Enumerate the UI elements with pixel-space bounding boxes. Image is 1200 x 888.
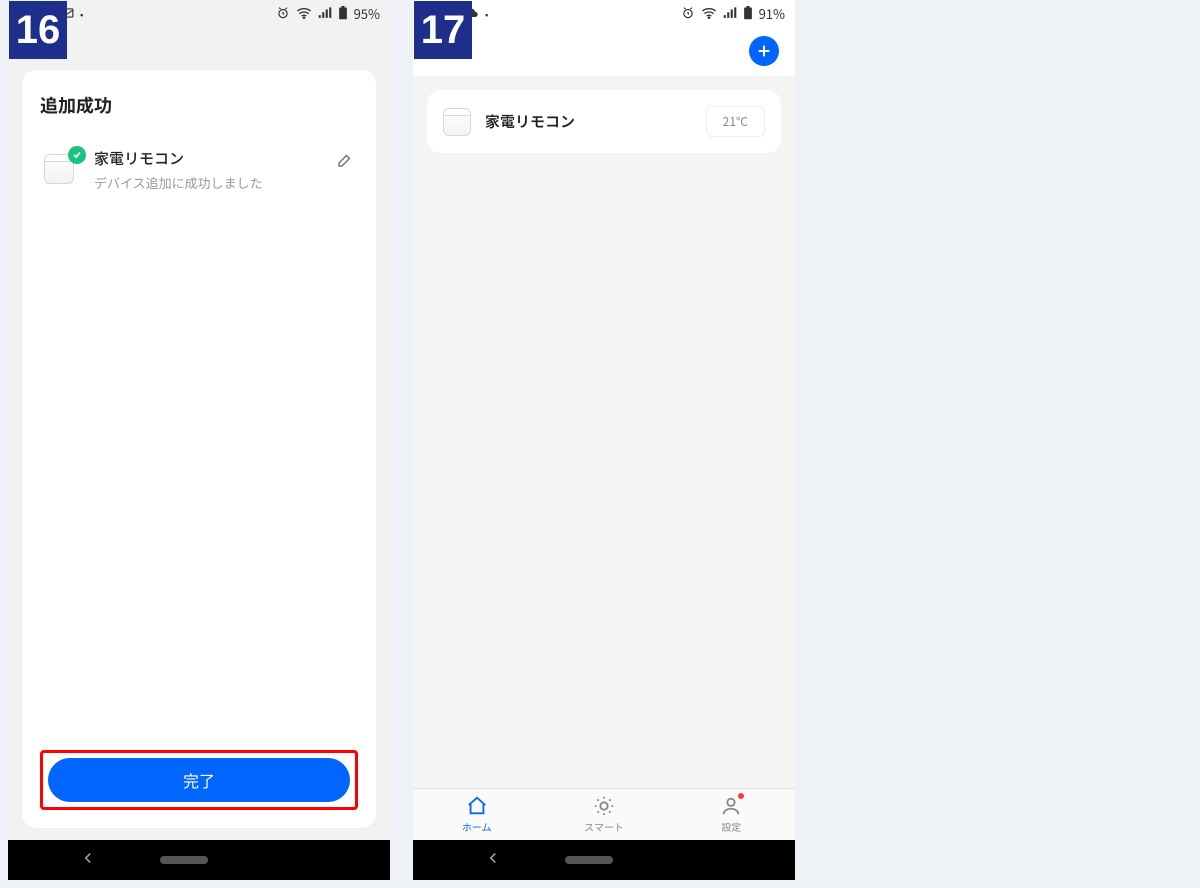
temperature-value: 21℃ bbox=[723, 113, 748, 130]
nav-home-pill[interactable] bbox=[565, 856, 613, 864]
android-nav-bar bbox=[8, 840, 390, 880]
wifi-icon bbox=[296, 7, 312, 19]
phone-screenshot-17: • 91% bbox=[413, 0, 795, 880]
step-number: 17 bbox=[421, 8, 466, 53]
done-button-label: 完了 bbox=[183, 768, 215, 792]
tab-settings[interactable]: 設定 bbox=[668, 789, 795, 840]
status-dot-icon: • bbox=[80, 6, 83, 21]
signal-icon bbox=[723, 7, 737, 19]
bottom-tab-bar: ホーム スマート 設定 bbox=[413, 788, 795, 840]
device-text: 家電リモコン デバイス追加に成功しました bbox=[94, 148, 322, 192]
tab-smart-label: スマート bbox=[584, 819, 624, 834]
signal-icon bbox=[318, 7, 332, 19]
tab-settings-label: 設定 bbox=[721, 819, 741, 834]
alarm-icon bbox=[681, 6, 695, 20]
step-badge-16: 16 bbox=[9, 1, 67, 59]
nav-back-icon[interactable] bbox=[79, 848, 97, 872]
done-button[interactable]: 完了 bbox=[48, 758, 350, 802]
battery-icon bbox=[743, 6, 753, 20]
device-icon-wrap bbox=[44, 148, 80, 184]
step-badge-17: 17 bbox=[414, 1, 472, 59]
screen-16: • 95% bbox=[8, 0, 390, 840]
tab-home[interactable]: ホーム bbox=[413, 789, 540, 840]
tab-home-label: ホーム bbox=[462, 819, 492, 834]
wifi-icon bbox=[701, 7, 717, 19]
screen-17: • 91% bbox=[413, 0, 795, 840]
battery-percent: 95% bbox=[354, 4, 380, 23]
sun-icon bbox=[593, 795, 615, 817]
status-dot-icon: • bbox=[485, 6, 488, 21]
check-badge-icon bbox=[68, 146, 86, 164]
nav-home-pill[interactable] bbox=[160, 856, 208, 864]
phone-screenshot-16: • 95% bbox=[8, 0, 390, 880]
status-bar-right: 91% bbox=[681, 4, 785, 23]
edit-icon[interactable] bbox=[336, 148, 354, 174]
device-name: 家電リモコン bbox=[94, 148, 322, 169]
person-icon bbox=[720, 795, 742, 817]
step-number: 16 bbox=[16, 8, 61, 53]
notification-dot-icon bbox=[738, 793, 744, 799]
home-icon bbox=[466, 795, 488, 817]
add-device-button[interactable] bbox=[749, 36, 779, 66]
status-bar-right: 95% bbox=[276, 4, 380, 23]
device-card[interactable]: 家電リモコン 21℃ bbox=[427, 90, 781, 153]
battery-percent: 91% bbox=[759, 4, 785, 23]
card-title: 追加成功 bbox=[40, 92, 358, 118]
done-button-highlight: 完了 bbox=[40, 750, 358, 810]
battery-icon bbox=[338, 6, 348, 20]
device-icon bbox=[443, 108, 471, 136]
tab-smart[interactable]: スマート bbox=[540, 789, 667, 840]
device-subtitle: デバイス追加に成功しました bbox=[94, 173, 322, 192]
device-row[interactable]: 家電リモコン デバイス追加に成功しました bbox=[40, 148, 358, 192]
android-nav-bar bbox=[413, 840, 795, 880]
alarm-icon bbox=[276, 6, 290, 20]
nav-back-icon[interactable] bbox=[484, 848, 502, 872]
temperature-chip[interactable]: 21℃ bbox=[706, 106, 765, 137]
device-name: 家電リモコン bbox=[485, 111, 692, 132]
success-card: 追加成功 家電リモコン デバイス追加に成功しました bbox=[22, 70, 376, 828]
